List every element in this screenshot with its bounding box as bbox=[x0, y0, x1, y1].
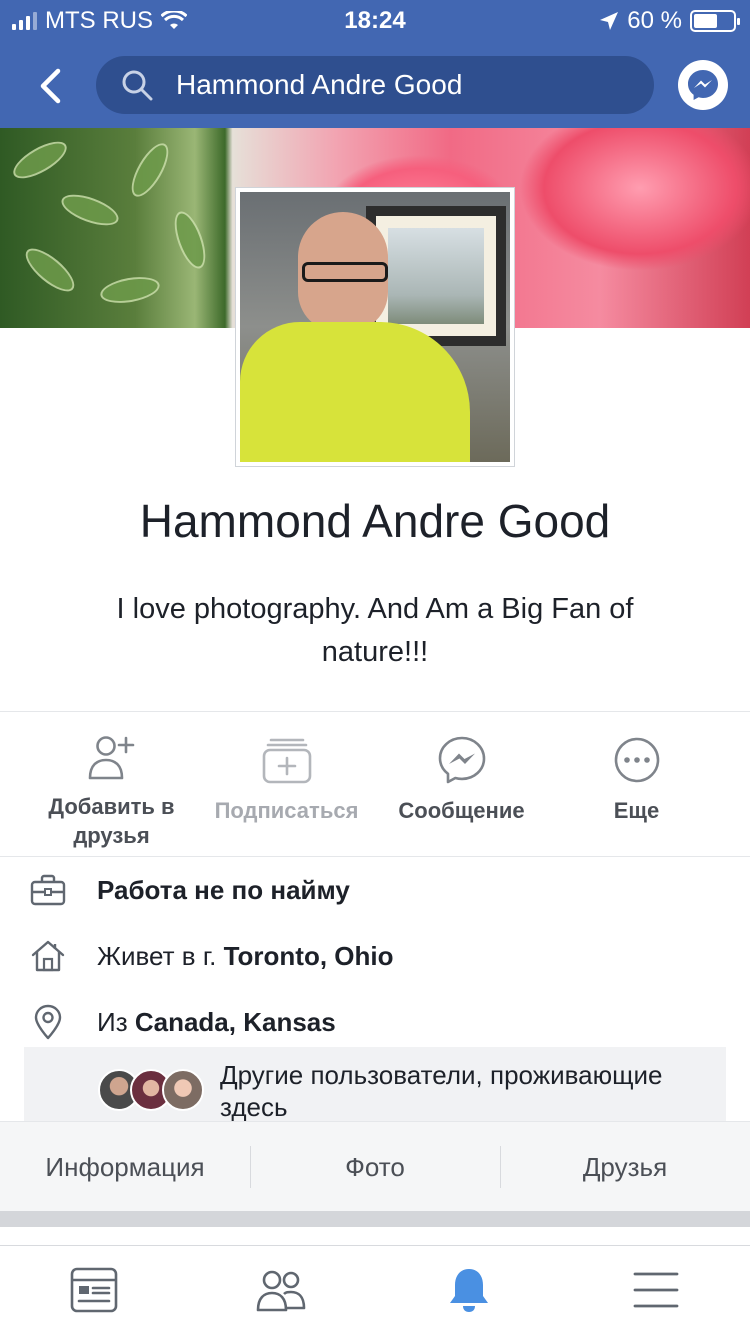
tab-photos[interactable]: Фото bbox=[250, 1122, 500, 1212]
search-query: Hammond Andre Good bbox=[176, 69, 463, 100]
bottom-nav-friends[interactable] bbox=[188, 1246, 376, 1334]
messenger-icon bbox=[688, 70, 718, 100]
lives-place[interactable]: Toronto, Ohio bbox=[224, 941, 394, 971]
home-icon bbox=[30, 938, 66, 974]
message-button[interactable]: Сообщение bbox=[374, 730, 549, 850]
chevron-left-icon bbox=[40, 68, 61, 104]
battery-icon bbox=[690, 10, 740, 32]
tab-friends[interactable]: Друзья bbox=[500, 1122, 750, 1212]
battery-percent: 60 % bbox=[627, 7, 682, 34]
profile-bio: I love photography. And Am a Big Fan of … bbox=[116, 593, 634, 668]
divider bbox=[0, 856, 750, 857]
profile-picture[interactable] bbox=[235, 187, 515, 467]
friends-icon bbox=[256, 1270, 306, 1312]
search-icon bbox=[120, 68, 154, 102]
menu-icon bbox=[633, 1272, 679, 1308]
follow-label: Подписаться bbox=[214, 798, 359, 823]
message-label: Сообщение bbox=[398, 798, 525, 823]
from-prefix: Из bbox=[97, 1006, 128, 1037]
add-friend-button[interactable]: Добавить в друзья bbox=[24, 730, 199, 850]
more-icon bbox=[607, 730, 667, 790]
tab-info[interactable]: Информация bbox=[0, 1122, 250, 1212]
bottom-nav bbox=[0, 1245, 750, 1334]
bottom-nav-news-feed[interactable] bbox=[0, 1246, 188, 1334]
top-bar: MTS RUS 18:24 60 % Hammond Andre Good bbox=[0, 0, 750, 128]
location-pin-icon bbox=[30, 1004, 66, 1040]
notifications-icon bbox=[449, 1269, 488, 1312]
more-button[interactable]: Еще bbox=[549, 730, 724, 850]
follow-icon bbox=[257, 730, 317, 790]
section-separator bbox=[0, 1211, 750, 1227]
profile-name: Hammond Andre Good bbox=[139, 495, 611, 547]
more-label: Еще bbox=[613, 798, 660, 823]
info-work[interactable]: Работа не по найму bbox=[0, 865, 750, 915]
follow-button[interactable]: Подписаться bbox=[199, 730, 374, 850]
add-friend-icon bbox=[82, 730, 142, 786]
status-bar: MTS RUS 18:24 60 % bbox=[0, 0, 750, 40]
avatar bbox=[162, 1069, 204, 1111]
add-friend-label: Добавить в друзья bbox=[48, 794, 175, 848]
profile-tabs: Информация Фото Друзья bbox=[0, 1121, 750, 1211]
other-residents[interactable]: Другие пользователи, проживающие здесь bbox=[24, 1047, 726, 1122]
bottom-nav-menu[interactable] bbox=[563, 1246, 750, 1334]
nav-bar: Hammond Andre Good bbox=[0, 56, 750, 116]
location-arrow-icon bbox=[600, 12, 619, 30]
briefcase-icon bbox=[30, 872, 66, 908]
messenger-icon bbox=[432, 730, 492, 790]
divider bbox=[0, 711, 750, 712]
lives-prefix: Живет в г. bbox=[97, 940, 217, 971]
back-button[interactable] bbox=[26, 62, 74, 110]
messenger-button[interactable] bbox=[678, 60, 728, 110]
profile-actions: Добавить в друзья Подписаться Сообщение bbox=[0, 730, 750, 850]
other-residents-text: Другие пользователи, проживающие здесь bbox=[220, 1060, 663, 1122]
work-text: Работа не по найму bbox=[97, 874, 350, 905]
info-lives-in[interactable]: Живет в г. Toronto, Ohio bbox=[0, 931, 750, 981]
resident-avatars bbox=[98, 1069, 208, 1111]
info-from[interactable]: Из Canada, Kansas bbox=[0, 997, 750, 1047]
bottom-nav-notifications[interactable] bbox=[375, 1246, 563, 1334]
search-input[interactable]: Hammond Andre Good bbox=[96, 56, 654, 114]
news-feed-icon bbox=[70, 1267, 118, 1313]
from-place[interactable]: Canada, Kansas bbox=[135, 1007, 336, 1037]
